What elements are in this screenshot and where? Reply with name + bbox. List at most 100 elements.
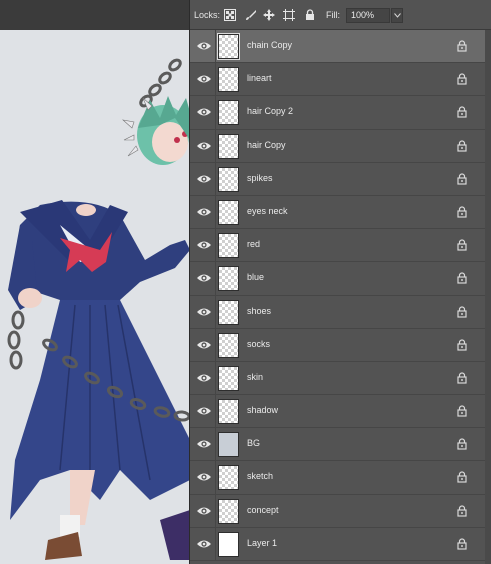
lock-artboard-icon[interactable]	[282, 8, 296, 22]
layer-name[interactable]: skin	[247, 372, 263, 382]
layers-scrollbar[interactable]	[485, 30, 491, 564]
layer-lock-icon[interactable]	[457, 505, 467, 517]
lock-image-pixels-icon[interactable]	[244, 8, 258, 22]
layer-lock-icon[interactable]	[457, 538, 467, 550]
lock-transparent-pixels-icon[interactable]	[223, 8, 237, 22]
layer-thumbnail[interactable]	[218, 100, 239, 126]
layer-name[interactable]: Layer 1	[247, 538, 277, 548]
layer-name[interactable]: socks	[247, 339, 270, 349]
layer-lock-icon[interactable]	[457, 40, 467, 52]
visibility-eye-icon[interactable]	[196, 438, 212, 450]
layer-row[interactable]: socks	[190, 328, 491, 362]
layer-name[interactable]: eyes neck	[247, 206, 288, 216]
layer-row[interactable]: sketch	[190, 461, 491, 495]
visibility-eye-icon[interactable]	[196, 405, 212, 417]
layer-row[interactable]: BG	[190, 428, 491, 462]
layer-name[interactable]: spikes	[247, 173, 273, 183]
layers-panel: Locks: Fill: 100% chain Copy lineart hair …	[189, 0, 491, 564]
layer-thumbnail[interactable]	[218, 299, 239, 325]
lock-all-icon[interactable]	[303, 8, 317, 22]
layer-row[interactable]: chain Copy	[190, 30, 491, 64]
visibility-eye-icon[interactable]	[196, 471, 212, 483]
visibility-eye-icon[interactable]	[196, 505, 212, 517]
layer-name[interactable]: BG	[247, 438, 260, 448]
layer-thumbnail[interactable]	[218, 531, 239, 557]
row-divider	[215, 295, 216, 328]
row-divider	[215, 63, 216, 96]
visibility-eye-icon[interactable]	[196, 106, 212, 118]
visibility-eye-icon[interactable]	[196, 73, 212, 85]
layer-lock-icon[interactable]	[457, 471, 467, 484]
visibility-eye-icon[interactable]	[196, 239, 212, 251]
visibility-eye-icon[interactable]	[196, 339, 212, 351]
document-canvas[interactable]	[0, 0, 190, 564]
layer-row[interactable]: skin	[190, 361, 491, 396]
layer-thumbnail[interactable]	[218, 332, 239, 358]
layer-row[interactable]: eyes neck	[190, 195, 491, 230]
row-divider	[215, 395, 216, 428]
layer-thumbnail[interactable]	[218, 133, 239, 159]
layer-thumbnail[interactable]	[218, 399, 239, 425]
layer-lock-icon[interactable]	[457, 239, 467, 251]
layer-lock-icon[interactable]	[457, 272, 467, 284]
layer-row[interactable]: blue	[190, 262, 491, 296]
layer-name[interactable]: hair Copy 2	[247, 106, 293, 116]
fill-input[interactable]: 100%	[346, 8, 390, 23]
layer-row[interactable]: spikes	[190, 162, 491, 196]
artwork-illustration	[0, 30, 190, 564]
visibility-eye-icon[interactable]	[196, 173, 212, 185]
visibility-eye-icon[interactable]	[196, 372, 212, 384]
layer-thumbnail[interactable]	[218, 465, 239, 491]
layer-thumbnail[interactable]	[218, 166, 239, 192]
layer-name[interactable]: shadow	[247, 405, 278, 415]
layer-row[interactable]: concept	[190, 494, 491, 528]
layer-name[interactable]: lineart	[247, 73, 272, 83]
row-divider	[215, 428, 216, 461]
layer-lock-icon[interactable]	[457, 405, 467, 417]
layer-lock-icon[interactable]	[457, 305, 467, 318]
layer-thumbnail[interactable]	[217, 33, 240, 60]
layer-name[interactable]: chain Copy	[247, 40, 292, 50]
layer-row[interactable]: hair Copy	[190, 129, 491, 163]
layer-thumbnail[interactable]	[218, 365, 239, 391]
layer-row[interactable]: Layer 1	[190, 527, 491, 561]
row-divider	[215, 96, 216, 129]
layer-name[interactable]: red	[247, 239, 260, 249]
layer-lock-icon[interactable]	[457, 372, 467, 384]
layer-lock-icon[interactable]	[457, 106, 467, 118]
layer-lock-icon[interactable]	[457, 173, 467, 185]
layer-lock-icon[interactable]	[457, 438, 467, 450]
visibility-eye-icon[interactable]	[196, 538, 212, 550]
layer-row[interactable]: red	[190, 229, 491, 263]
visibility-eye-icon[interactable]	[196, 206, 212, 218]
layer-lock-icon[interactable]	[457, 206, 467, 218]
layer-name[interactable]: hair Copy	[247, 140, 286, 150]
layer-row[interactable]: shadow	[190, 395, 491, 429]
layer-name[interactable]: concept	[247, 505, 279, 515]
lock-position-icon[interactable]	[262, 8, 276, 22]
visibility-eye-icon[interactable]	[196, 40, 212, 52]
layer-row[interactable]: lineart	[190, 63, 491, 97]
layer-row[interactable]: hair Copy 2	[190, 96, 491, 130]
layer-thumbnail[interactable]	[218, 432, 239, 458]
layer-name[interactable]: sketch	[247, 471, 273, 481]
visibility-eye-icon[interactable]	[196, 306, 212, 318]
row-divider	[215, 461, 216, 494]
visibility-eye-icon[interactable]	[196, 140, 212, 152]
layer-lock-icon[interactable]	[457, 139, 467, 152]
layer-thumbnail[interactable]	[218, 67, 239, 93]
fill-dropdown-button[interactable]	[391, 8, 403, 23]
visibility-eye-icon[interactable]	[196, 272, 212, 284]
layer-name[interactable]: shoes	[247, 306, 271, 316]
row-divider	[215, 494, 216, 527]
row-divider	[215, 30, 216, 63]
layer-thumbnail[interactable]	[218, 498, 239, 524]
layer-thumbnail[interactable]	[218, 233, 239, 259]
layer-thumbnail[interactable]	[218, 266, 239, 292]
layer-name[interactable]: blue	[247, 272, 264, 282]
row-divider	[215, 229, 216, 262]
layer-lock-icon[interactable]	[457, 73, 467, 85]
layer-lock-icon[interactable]	[457, 339, 467, 351]
layer-thumbnail[interactable]	[218, 199, 239, 225]
layer-row[interactable]: shoes	[190, 295, 491, 329]
